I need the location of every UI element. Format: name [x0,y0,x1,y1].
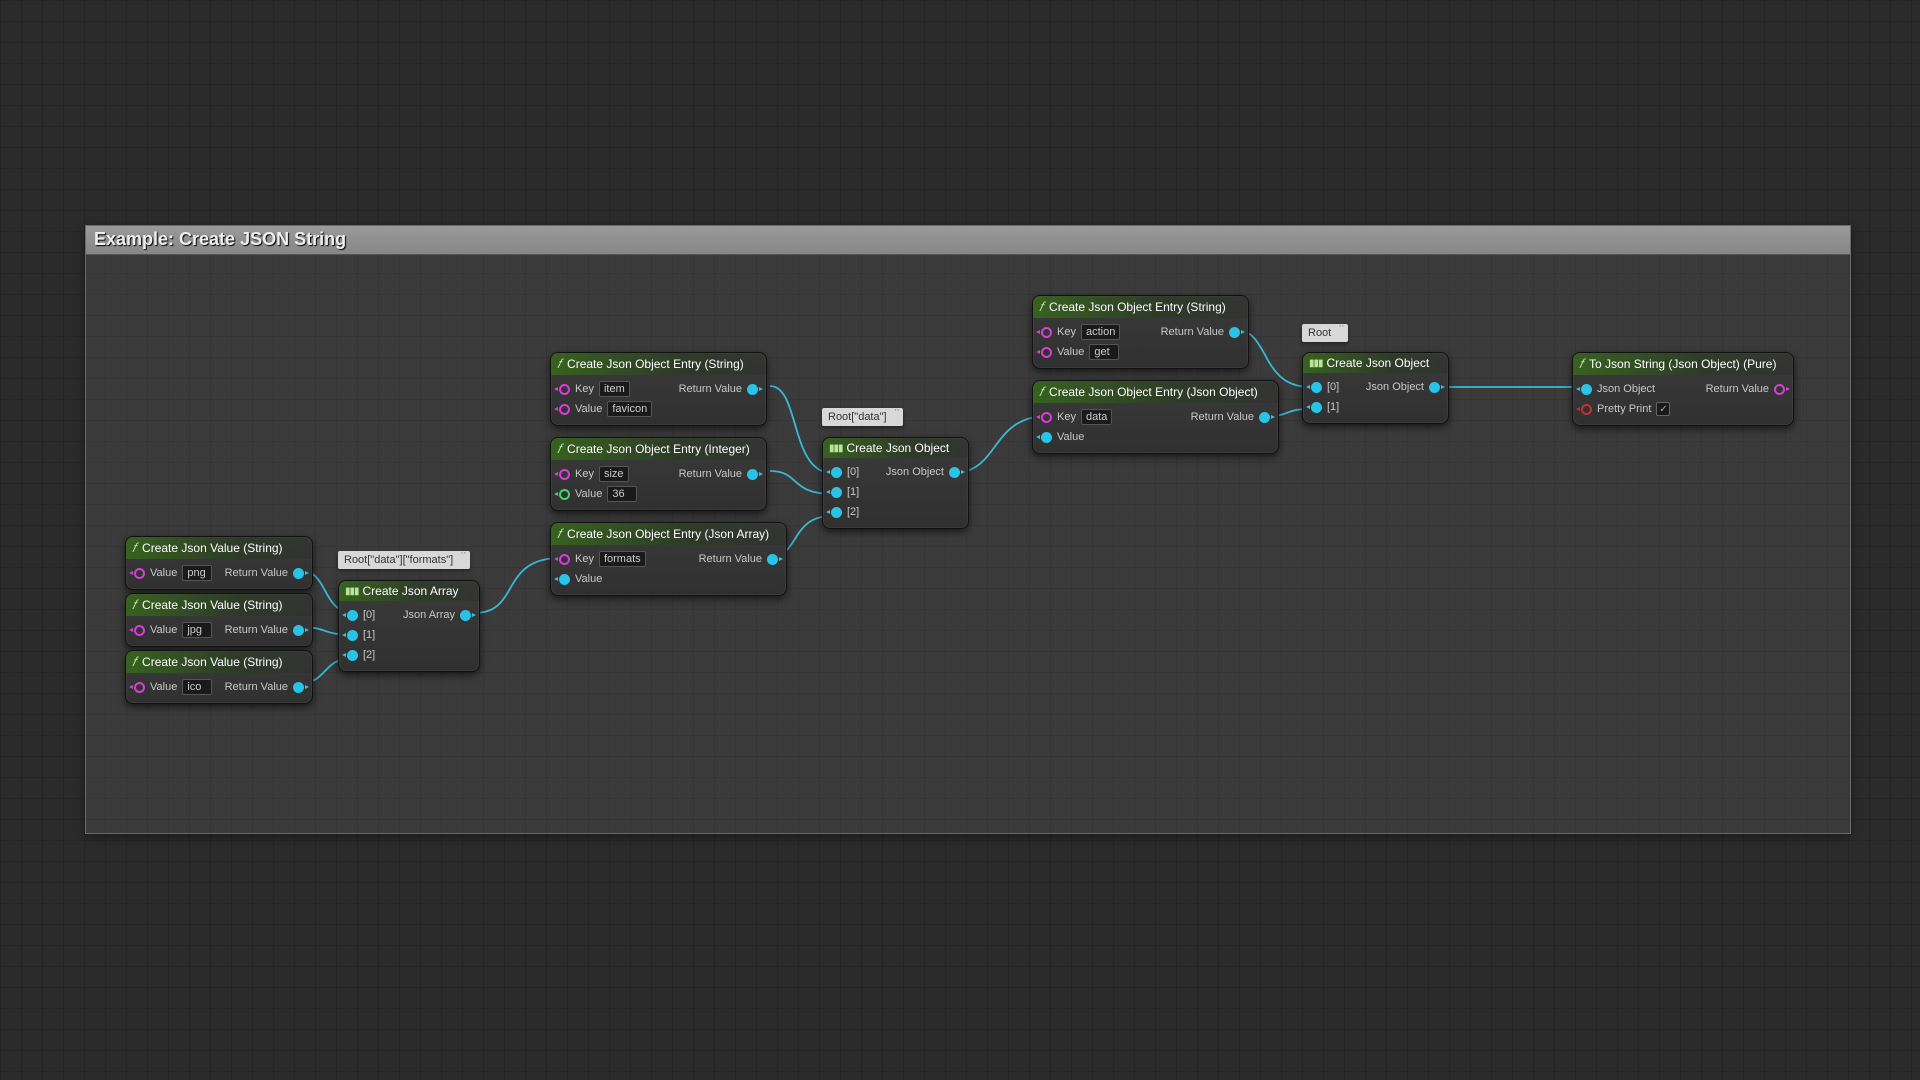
node-json-object-root[interactable]: ▮▮▮Create Json Object [0]Json Object [1] [1302,352,1449,424]
pin-value-in[interactable] [134,568,145,579]
node-title: Create Json Value (String) [142,655,283,669]
node-json-object-data[interactable]: ▮▮▮Create Json Object [0]Json Object [1]… [822,437,969,529]
node-entry-size[interactable]: 𝑓Create Json Object Entry (Integer) Keys… [550,437,767,511]
node-entry-formats[interactable]: 𝑓Create Json Object Entry (Json Array) K… [550,522,787,596]
node-to-json-string[interactable]: 𝑓To Json String (Json Object) (Pure) Jso… [1572,352,1794,426]
node-title: Create Json Object Entry (Json Array) [567,527,769,541]
node-entry-data[interactable]: 𝑓Create Json Object Entry (Json Object) … [1032,380,1279,454]
tag-root-data-formats[interactable]: Root["data"]["formats"]¨ [338,551,470,569]
field-value[interactable]: jpg [182,622,212,638]
pin-return[interactable] [1229,327,1240,338]
node-title: Create Json Object [1327,356,1430,370]
node-entry-action[interactable]: 𝑓Create Json Object Entry (String) Keyac… [1032,295,1249,369]
pin-idx2[interactable] [831,507,842,518]
field-value[interactable]: png [182,565,212,581]
pin-key[interactable] [1041,327,1052,338]
pin-idx0[interactable] [347,610,358,621]
node-json-value-ico[interactable]: 𝑓Create Json Value (String) Valueico Ret… [125,650,313,704]
pin-return[interactable] [293,682,304,693]
node-json-value-png[interactable]: 𝑓Create Json Value (String) Valuepng Ret… [125,536,313,590]
pin-idx1[interactable] [347,630,358,641]
node-title: Create Json Object Entry (String) [1049,300,1226,314]
pin-key[interactable] [559,554,570,565]
checkbox-pretty-print[interactable]: ✓ [1656,402,1670,416]
pin-return[interactable] [1774,384,1785,395]
tag-root[interactable]: Root¨ [1302,324,1348,342]
pin-idx0[interactable] [831,467,842,478]
pin-pretty[interactable] [1581,404,1592,415]
node-title: Create Json Object Entry (Integer) [567,442,750,456]
node-title: Create Json Object Entry (String) [567,357,744,371]
pin-key[interactable] [1041,412,1052,423]
pin-json-object[interactable] [1581,384,1592,395]
pin-object-out[interactable] [1429,382,1440,393]
node-json-value-jpg[interactable]: 𝑓Create Json Value (String) Valuejpg Ret… [125,593,313,647]
pin-value[interactable] [559,404,570,415]
node-entry-item[interactable]: 𝑓Create Json Object Entry (String) Keyit… [550,352,767,426]
node-title: Create Json Object Entry (Json Object) [1049,385,1258,399]
pin-key[interactable] [559,384,570,395]
node-json-array[interactable]: ▮▮▮Create Json Array [0]Json Array [1] [… [338,580,480,672]
node-title: To Json String (Json Object) (Pure) [1589,357,1776,371]
pin-return[interactable] [293,568,304,579]
pin-value-in[interactable] [134,682,145,693]
node-title: Create Json Array [363,584,459,598]
pin-return[interactable] [747,384,758,395]
tag-root-data[interactable]: Root["data"]¨ [822,408,903,426]
pin-value-in[interactable] [134,625,145,636]
pin-key[interactable] [559,469,570,480]
pin-return[interactable] [293,625,304,636]
pin-idx0[interactable] [1311,382,1322,393]
pin-object-out[interactable] [949,467,960,478]
comment-title[interactable]: Example: Create JSON String [86,226,1850,255]
pin-value[interactable] [559,489,570,500]
pin-return[interactable] [1259,412,1270,423]
node-title: Create Json Value (String) [142,598,283,612]
node-title: Create Json Object [847,441,950,455]
pin-return[interactable] [767,554,778,565]
pin-value[interactable] [1041,432,1052,443]
comment-box[interactable]: Example: Create JSON String [85,225,1851,834]
field-value[interactable]: ico [182,679,212,695]
pin-idx1[interactable] [831,487,842,498]
pin-value[interactable] [1041,347,1052,358]
pin-return[interactable] [747,469,758,480]
node-title: Create Json Value (String) [142,541,283,555]
pin-array-out[interactable] [460,610,471,621]
pin-idx1[interactable] [1311,402,1322,413]
pin-value[interactable] [559,574,570,585]
pin-idx2[interactable] [347,650,358,661]
